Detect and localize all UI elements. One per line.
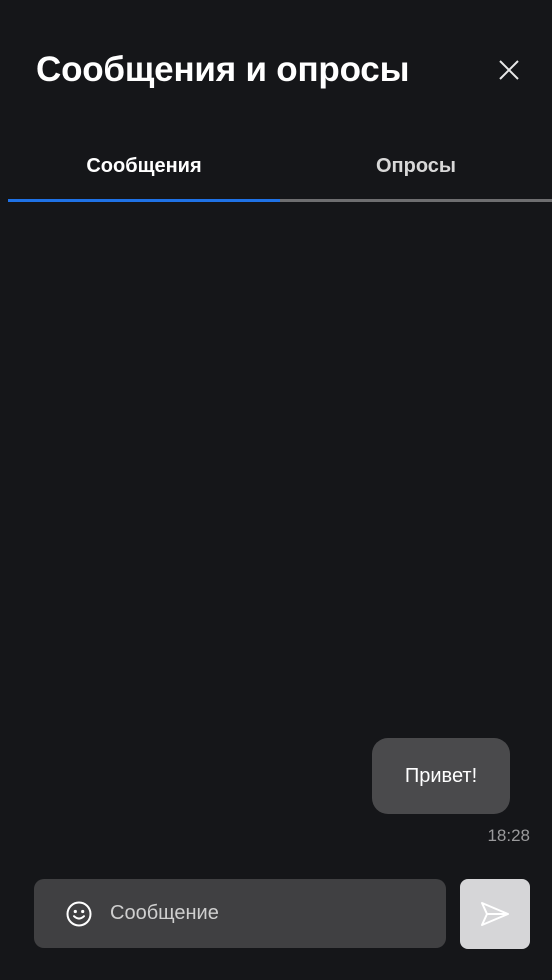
close-button[interactable] <box>492 53 526 87</box>
chat-panel: Сообщения и опросы Сообщения Опросы Прив… <box>0 0 552 980</box>
tab-polls[interactable]: Опросы <box>280 132 552 202</box>
panel-header: Сообщения и опросы <box>36 42 526 98</box>
message-text: Привет! <box>404 764 478 787</box>
tab-bar: Сообщения Опросы <box>8 132 552 212</box>
close-icon <box>499 60 519 80</box>
tab-messages-label: Сообщения <box>86 154 202 177</box>
message-list[interactable]: Привет! 18:28 <box>0 214 552 862</box>
tab-messages-indicator <box>8 199 280 202</box>
emoji-button[interactable] <box>64 899 94 929</box>
panel-title: Сообщения и опросы <box>36 50 410 89</box>
send-button[interactable] <box>460 879 530 949</box>
tab-polls-label: Опросы <box>375 154 456 177</box>
tab-messages[interactable]: Сообщения <box>8 132 280 202</box>
smile-icon <box>66 901 92 926</box>
message-timestamp: 18:28 <box>487 826 530 845</box>
message-composer <box>34 879 446 948</box>
message-input[interactable] <box>108 892 446 935</box>
tab-polls-indicator <box>280 199 552 202</box>
send-icon <box>481 902 509 926</box>
message-bubble[interactable]: Привет! <box>372 738 510 814</box>
